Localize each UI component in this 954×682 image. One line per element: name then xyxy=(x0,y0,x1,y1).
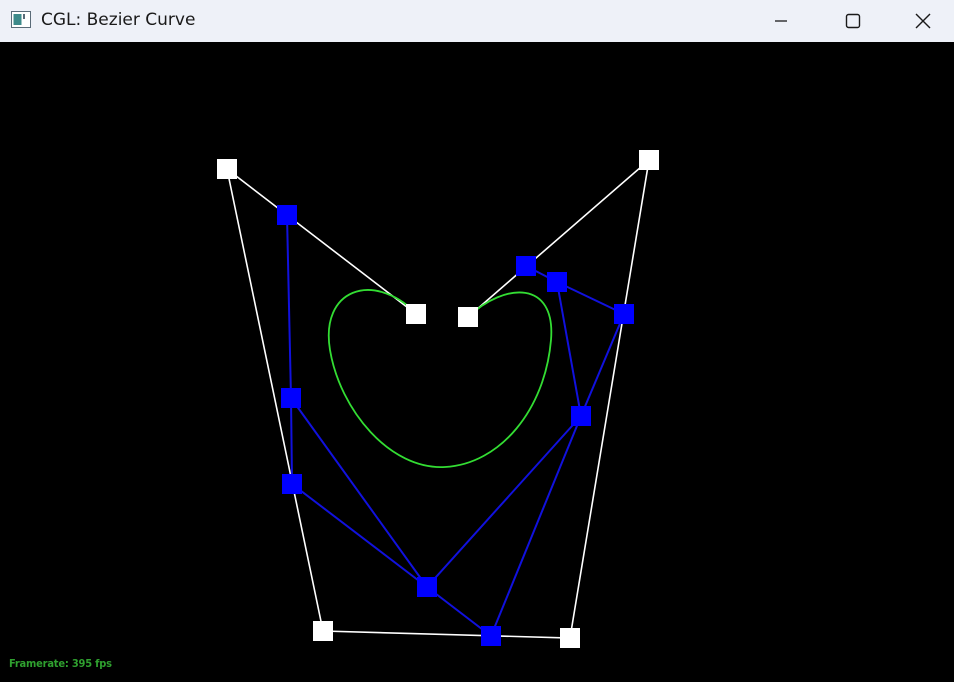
intermediate-point xyxy=(516,256,536,276)
close-button[interactable] xyxy=(888,0,954,42)
render-canvas[interactable]: Framerate: 395 fps xyxy=(0,42,954,682)
window-title: CGL: Bezier Curve xyxy=(41,10,196,30)
maximize-icon xyxy=(845,13,861,29)
title-bar[interactable]: CGL: Bezier Curve xyxy=(0,0,954,42)
framerate-label: Framerate: 395 fps xyxy=(9,657,112,670)
control-point[interactable] xyxy=(560,628,580,648)
control-point[interactable] xyxy=(313,621,333,641)
intermediate-point xyxy=(571,406,591,426)
intermediate-point xyxy=(481,626,501,646)
minimize-button[interactable] xyxy=(746,0,816,42)
intermediate-point xyxy=(547,272,567,292)
intermediate-point xyxy=(277,205,297,225)
intermediate-points xyxy=(277,205,634,646)
intermediate-point xyxy=(614,304,634,324)
intermediate-point xyxy=(417,577,437,597)
minimize-icon xyxy=(775,20,787,22)
close-icon xyxy=(915,13,931,29)
control-point[interactable] xyxy=(406,304,426,324)
intermediate-point xyxy=(281,388,301,408)
control-point[interactable] xyxy=(458,307,478,327)
control-point[interactable] xyxy=(639,150,659,170)
application-window: CGL: Bezier Curve Framerate: 395 fps xyxy=(0,0,954,682)
bezier-curve xyxy=(327,289,553,468)
bezier-scene xyxy=(217,150,659,648)
intermediate-point xyxy=(282,474,302,494)
maximize-button[interactable] xyxy=(818,0,888,42)
control-point[interactable] xyxy=(217,159,237,179)
app-window-icon xyxy=(11,11,31,28)
